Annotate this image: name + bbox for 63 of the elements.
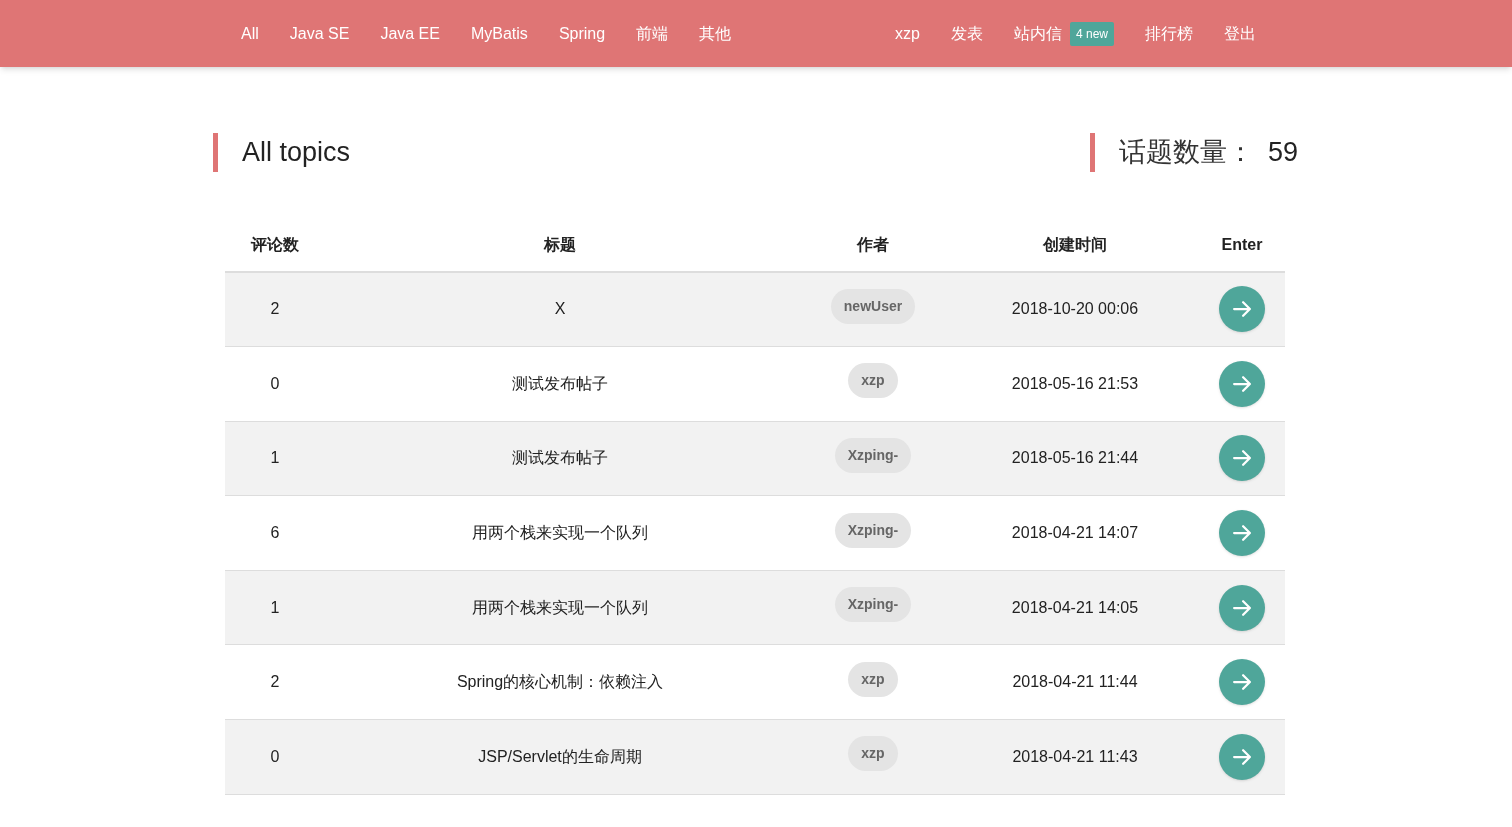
enter-button[interactable] [1219,360,1265,407]
comment-count: 1 [270,448,280,469]
column-header: 创建时间 [1043,235,1107,255]
nav-link[interactable]: 站内信 [1013,21,1062,46]
author-chip: xzp [848,661,898,697]
arrow-right-icon [1233,525,1251,542]
count-label: 话题数量： [1118,136,1254,169]
topic-title: JSP/Servlet的生命周期 [478,746,642,767]
nav-link[interactable]: Spring [558,21,606,46]
enter-button[interactable] [1219,435,1265,482]
author-chip: Xzping- [834,512,912,548]
enter-button[interactable] [1219,659,1265,706]
enter-button[interactable] [1219,286,1265,333]
arrow-right-icon [1233,674,1251,691]
message-badge: 4 new [1069,21,1114,46]
nav-link[interactable]: 排行榜 [1145,21,1193,46]
created-time: 2018-10-20 00:06 [1011,299,1139,320]
topic-title: 用两个栈来实现一个队列 [472,523,648,544]
topic-title: 测试发布帖子 [512,448,608,469]
topic-title: Spring的核心机制：依赖注入 [456,672,664,693]
created-time: 2018-04-21 11:44 [1012,672,1138,693]
column-header: 评论数 [251,235,299,255]
page-title: All topics [242,136,351,169]
topic-title: 测试发布帖子 [512,373,608,394]
arrow-right-icon [1233,599,1251,616]
author-chip: newUser [830,288,916,324]
topic-title: 用两个栈来实现一个队列 [472,597,648,618]
nav-link[interactable]: 其他 [699,21,732,46]
nav-link[interactable]: 前端 [636,21,669,46]
topic-title: X [554,299,566,320]
author-chip: xzp [848,736,898,772]
created-time: 2018-04-21 14:05 [1011,597,1139,618]
arrow-right-icon [1233,375,1251,392]
comment-count: 2 [270,299,280,320]
nav-link[interactable]: xzp [895,21,920,46]
enter-button[interactable] [1219,733,1265,780]
nav-link[interactable]: MyBatis [470,21,528,46]
comment-count: 6 [270,523,280,544]
enter-button[interactable] [1219,510,1265,557]
arrow-right-icon [1233,450,1251,467]
created-time: 2018-04-21 11:43 [1012,746,1138,767]
nav-link[interactable]: 登出 [1224,21,1256,46]
created-time: 2018-05-16 21:44 [1011,448,1139,469]
nav-link[interactable]: 发表 [950,21,983,46]
author-chip: xzp [848,363,898,399]
column-header: Enter [1221,235,1263,255]
arrow-right-icon [1233,301,1251,318]
column-header: 标题 [544,235,576,255]
created-time: 2018-04-21 14:07 [1011,523,1139,544]
nav-link[interactable]: All [241,21,259,46]
comment-count: 2 [270,672,280,693]
author-chip: Xzping- [834,438,912,473]
comment-count: 0 [270,746,280,767]
created-time: 2018-05-16 21:53 [1011,373,1139,394]
topic-count: 59 [1267,136,1298,169]
author-chip: Xzping- [834,587,912,623]
nav-link[interactable]: Java SE [289,21,350,46]
column-header: 作者 [857,235,889,255]
enter-button[interactable] [1219,584,1265,631]
nav-link[interactable]: Java EE [380,21,440,46]
arrow-right-icon [1233,748,1251,765]
comment-count: 1 [270,597,280,618]
comment-count: 0 [270,373,280,394]
